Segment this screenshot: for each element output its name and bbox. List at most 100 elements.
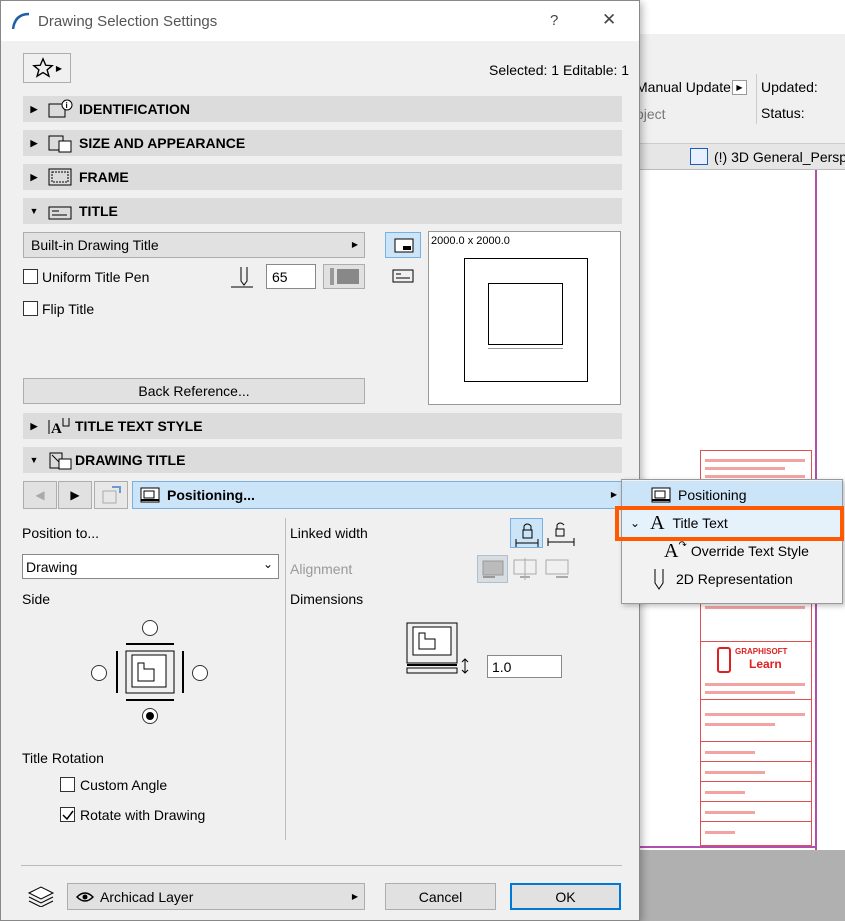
linked-width-lock-button[interactable] xyxy=(510,518,543,548)
3d-view-icon xyxy=(690,148,708,165)
flip-title-checkbox[interactable] xyxy=(23,301,38,316)
section-label: IDENTIFICATION xyxy=(79,101,190,117)
background-tab[interactable]: (!) 3D General_Persp xyxy=(640,144,845,170)
current-page-label: Positioning... xyxy=(167,487,255,503)
svg-text:i: i xyxy=(66,101,68,110)
section-label: FRAME xyxy=(79,169,129,185)
background-topbar xyxy=(640,0,845,34)
selection-status: Selected: 1 Editable: 1 xyxy=(489,62,630,78)
section-title-text-style[interactable]: ▶ A TITLE TEXT STYLE xyxy=(23,413,622,439)
nav-forward-button[interactable]: ▶ xyxy=(58,481,92,509)
positioning-icon xyxy=(140,487,160,503)
title-rotation-label: Title Rotation xyxy=(22,750,104,766)
menu-item-override-text-style[interactable]: A↷ Override Text Style xyxy=(622,537,842,565)
star-icon xyxy=(31,57,54,78)
status-label: Status: xyxy=(761,105,805,121)
svg-text:A: A xyxy=(51,421,62,436)
uniform-title-pen-label: Uniform Title Pen xyxy=(42,269,150,285)
section-size-appearance[interactable]: ▶ SIZE AND APPEARANCE xyxy=(23,130,622,156)
collapse-arrow-icon: ▼ xyxy=(29,455,39,465)
rotate-with-drawing-label: Rotate with Drawing xyxy=(80,807,206,823)
alignment-label: Alignment xyxy=(290,561,353,577)
close-button[interactable]: ✕ xyxy=(602,10,616,30)
cancel-button[interactable]: Cancel xyxy=(385,883,496,910)
custom-angle-checkbox[interactable] xyxy=(60,777,75,792)
section-label: SIZE AND APPEARANCE xyxy=(79,135,246,151)
custom-angle-label: Custom Angle xyxy=(80,777,168,793)
expand-arrow-icon: ▶ xyxy=(30,171,38,182)
parameter-page-dropdown[interactable]: Positioning... ▶ xyxy=(132,481,622,509)
section-label: TITLE TEXT STYLE xyxy=(75,418,203,434)
logo-bottom-text: Learn xyxy=(749,657,782,671)
menu-item-positioning[interactable]: Positioning xyxy=(622,481,842,509)
unlock-icon[interactable] xyxy=(546,520,576,546)
nav-back-button[interactable]: ◀ xyxy=(23,481,57,509)
help-button[interactable]: ? xyxy=(550,12,558,29)
title-type-dropdown[interactable]: Built-in Drawing Title ▶ xyxy=(23,232,365,258)
drawing-selection-settings-dialog: Drawing Selection Settings ? ✕ ▶ Selecte… xyxy=(0,0,640,921)
section-label: TITLE xyxy=(79,203,118,219)
side-diagram-icon xyxy=(116,643,184,701)
layer-dropdown[interactable]: Archicad Layer ▶ xyxy=(67,883,365,910)
title-position-toggle[interactable] xyxy=(385,232,421,258)
section-label: DRAWING TITLE xyxy=(75,452,186,468)
expand-arrow-icon: ▶ xyxy=(30,103,38,114)
title-bar: Drawing Selection Settings ? ✕ xyxy=(1,1,639,41)
preview-size-label: 2000.0 x 2000.0 xyxy=(431,235,510,247)
align-left-button[interactable] xyxy=(477,555,508,583)
background-statusbar xyxy=(640,850,845,921)
project-label: oject xyxy=(636,106,666,122)
check-icon xyxy=(62,810,74,821)
manual-update-label: Manual Update xyxy=(636,79,731,95)
title-preview: 2000.0 x 2000.0 xyxy=(428,231,621,405)
side-left-radio[interactable] xyxy=(91,665,107,681)
section-title[interactable]: ▼ TITLE xyxy=(23,198,622,224)
lock-icon xyxy=(515,523,539,547)
size-appearance-icon xyxy=(45,133,75,153)
back-reference-button[interactable]: Back Reference... xyxy=(23,378,365,404)
position-to-label: Position to... xyxy=(22,525,100,541)
title-icon xyxy=(45,201,75,221)
archicad-logo-icon xyxy=(11,12,30,30)
positioning-icon xyxy=(651,487,671,503)
side-bottom-radio[interactable] xyxy=(142,708,158,724)
chevron-down-icon: ⌄ xyxy=(262,557,273,571)
menu-item-2d-representation[interactable]: 2D Representation xyxy=(622,565,842,593)
section-frame[interactable]: ▶ FRAME xyxy=(23,164,622,190)
side-right-radio[interactable] xyxy=(192,665,208,681)
favorites-button[interactable]: ▶ xyxy=(23,53,71,83)
edit-params-icon xyxy=(102,486,121,504)
reset-params-button[interactable] xyxy=(94,481,128,509)
window-title: Drawing Selection Settings xyxy=(38,13,218,30)
dimension-value-input[interactable]: 1.0 xyxy=(487,655,562,678)
chevron-right-icon: ▶ xyxy=(351,240,358,249)
align-center-icon[interactable] xyxy=(512,558,540,582)
title-layout-icon xyxy=(394,238,414,253)
pen-2d-icon xyxy=(654,569,664,590)
title-text-icon[interactable] xyxy=(392,267,414,285)
position-to-select[interactable]: Drawing ⌄ xyxy=(22,554,279,579)
expand-arrow-icon: ▶ xyxy=(30,420,38,431)
updated-label: Updated: xyxy=(761,79,818,95)
chevron-right-icon[interactable]: ▶ xyxy=(732,80,747,95)
graphisoft-logo-icon xyxy=(717,647,731,673)
section-drawing-title[interactable]: ▼ DRAWING TITLE xyxy=(23,447,622,473)
override-style-icon: A↷ xyxy=(664,539,687,562)
pen-icon xyxy=(231,267,253,288)
rotate-with-drawing-checkbox[interactable] xyxy=(60,807,75,822)
expand-arrow-icon: ▶ xyxy=(30,137,38,148)
section-identification[interactable]: ▶ i IDENTIFICATION xyxy=(23,96,622,122)
collapse-arrow-icon: ▼ xyxy=(29,206,39,216)
align-right-icon[interactable] xyxy=(544,558,572,582)
ok-button[interactable]: OK xyxy=(510,883,621,910)
pen-color-swatch[interactable] xyxy=(323,264,365,289)
tab-3d-perspective[interactable]: (!) 3D General_Persp xyxy=(714,149,845,165)
layer-icon xyxy=(27,886,55,907)
side-label: Side xyxy=(22,591,51,607)
text-style-icon: A xyxy=(45,416,75,436)
uniform-title-pen-checkbox[interactable] xyxy=(23,269,38,284)
drawing-title-icon xyxy=(45,450,75,470)
side-top-radio[interactable] xyxy=(142,620,158,636)
highlight-title-text-box xyxy=(615,506,844,541)
pen-number-input[interactable]: 65 xyxy=(266,264,316,289)
